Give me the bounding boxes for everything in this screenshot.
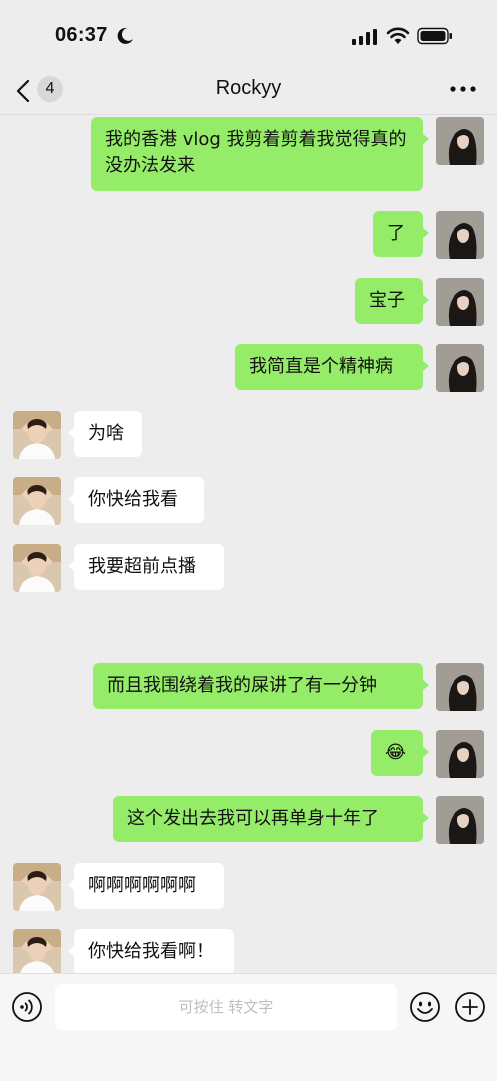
sent-message: 😂 <box>0 730 497 778</box>
message-bubble[interactable]: 😂 <box>371 730 429 776</box>
message-bubble[interactable]: 为啥 <box>68 411 142 457</box>
message-bubble[interactable]: 这个发出去我可以再单身十年了 <box>113 796 429 842</box>
chat-title: Rockyy <box>215 77 282 99</box>
received-message: 我要超前点播 <box>0 544 497 592</box>
user-avatar[interactable] <box>436 730 484 778</box>
message-list[interactable]: 我的香港 vlog 我剪着剪着我觉得真的没办法发来了宝子我简直是个精神病为啥你快… <box>0 115 497 973</box>
message-input[interactable]: 可按住 转文字 <box>55 984 397 1030</box>
message-bubble[interactable]: 宝子 <box>355 278 429 324</box>
sent-message: 这个发出去我可以再单身十年了 <box>0 796 497 844</box>
friend-avatar[interactable] <box>13 863 61 911</box>
voice-icon[interactable] <box>11 991 43 1023</box>
battery-icon <box>417 27 452 45</box>
message-bubble[interactable]: 了 <box>373 211 429 257</box>
input-bar: 可按住 转文字 <box>0 973 497 1081</box>
message-bubble[interactable]: 我的香港 vlog 我剪着剪着我觉得真的没办法发来 <box>91 117 429 191</box>
sent-message: 宝子 <box>0 278 497 326</box>
message-bubble[interactable]: 我要超前点播 <box>68 544 224 590</box>
received-message: 你快给我看啊！ <box>0 929 497 973</box>
status-time: 06:37 <box>55 24 108 46</box>
user-avatar[interactable] <box>436 117 484 165</box>
more-icon[interactable] <box>446 78 480 100</box>
friend-avatar[interactable] <box>13 477 61 525</box>
message-bubble[interactable]: 你快给我看 <box>68 477 204 523</box>
user-avatar[interactable] <box>436 796 484 844</box>
emoji-icon[interactable] <box>409 991 441 1023</box>
received-message: 你快给我看 <box>0 477 497 525</box>
friend-avatar[interactable] <box>13 929 61 973</box>
message-bubble[interactable]: 我简直是个精神病 <box>235 344 429 390</box>
message-bubble[interactable]: 啊啊啊啊啊啊 <box>68 863 224 909</box>
message-bubble[interactable]: 你快给我看啊！ <box>68 929 234 973</box>
sent-message: 我简直是个精神病 <box>0 344 497 392</box>
sent-message: 而且我围绕着我的屎讲了有一分钟 <box>0 663 497 711</box>
plus-icon[interactable] <box>454 991 486 1023</box>
chat-header: 4 Rockyy <box>0 70 497 115</box>
user-avatar[interactable] <box>436 278 484 326</box>
status-bar: 06:37 <box>0 0 497 70</box>
user-avatar[interactable] <box>436 344 484 392</box>
friend-avatar[interactable] <box>13 544 61 592</box>
wifi-icon <box>386 27 410 44</box>
received-message: 为啥 <box>0 411 497 459</box>
friend-avatar[interactable] <box>13 411 61 459</box>
user-avatar[interactable] <box>436 663 484 711</box>
received-message: 啊啊啊啊啊啊 <box>0 863 497 911</box>
moon-icon <box>117 27 133 44</box>
sent-message: 我的香港 vlog 我剪着剪着我觉得真的没办法发来 <box>0 117 497 191</box>
message-bubble[interactable]: 而且我围绕着我的屎讲了有一分钟 <box>93 663 429 709</box>
cellular-signal-icon <box>352 29 377 45</box>
user-avatar[interactable] <box>436 211 484 259</box>
sent-message: 了 <box>0 211 497 259</box>
